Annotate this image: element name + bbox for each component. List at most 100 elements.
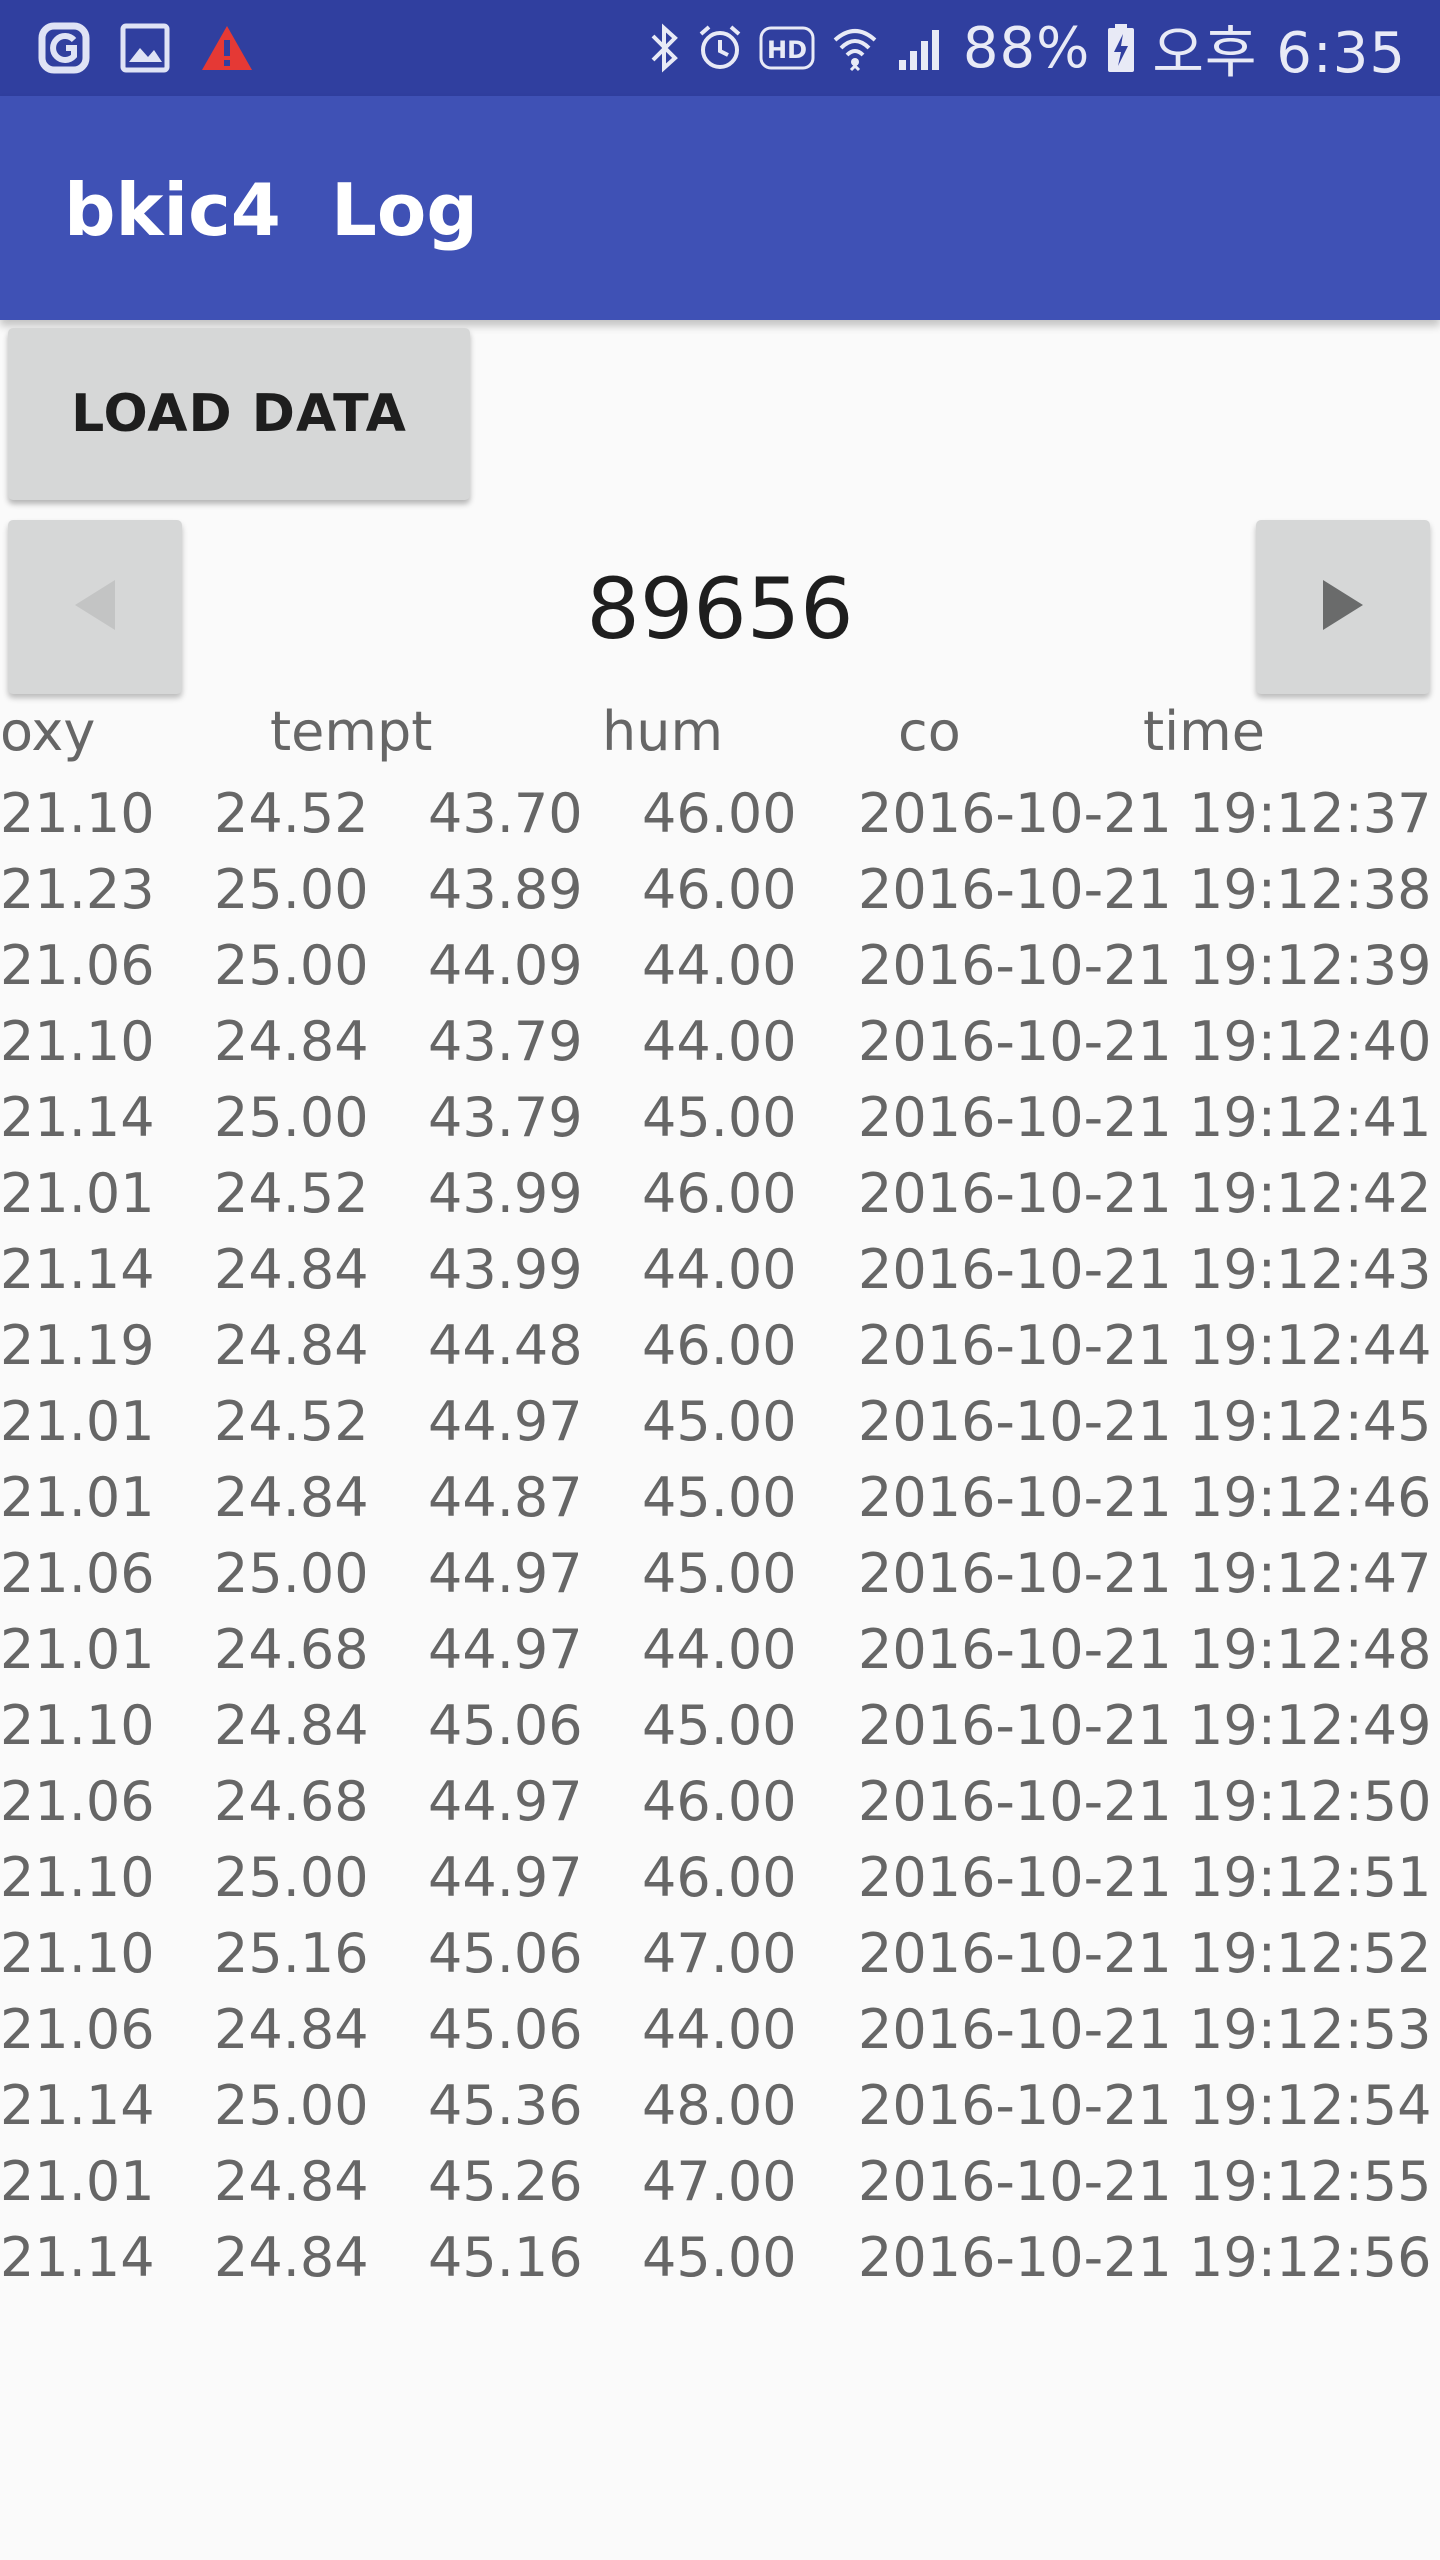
cell-time: 2016-10-21 19:12:50 (858, 1770, 1432, 1833)
cell-time: 2016-10-21 19:12:41 (858, 1086, 1432, 1149)
wifi-icon (831, 22, 879, 74)
cell-oxy: 21.10 (0, 1010, 155, 1073)
table-row: 21.06 25.00 44.97 45.00 2016-10-21 19:12:47 (0, 1538, 1440, 1614)
cell-time: 2016-10-21 19:12:51 (858, 1846, 1432, 1909)
page-number: 89656 (586, 560, 854, 658)
cell-time: 2016-10-21 19:12:45 (858, 1390, 1432, 1453)
cell-co: 46.00 (642, 1162, 797, 1225)
cell-co: 46.00 (642, 858, 797, 921)
cell-oxy: 21.23 (0, 858, 155, 921)
status-bar-notifications (38, 18, 254, 78)
table-row: 21.01 24.68 44.97 44.00 2016-10-21 19:12:48 (0, 1614, 1440, 1690)
app-title: bkic4 Log (64, 168, 478, 252)
cell-hum: 44.87 (428, 1466, 583, 1529)
header-time: time (1143, 700, 1266, 763)
cell-tempt: 25.00 (214, 1846, 369, 1909)
cell-oxy: 21.06 (0, 1998, 155, 2061)
cell-co: 44.00 (642, 1618, 797, 1681)
data-table: 21.10 24.52 43.70 46.00 2016-10-21 19:12:37 … (0, 778, 1440, 2298)
table-row: 21.06 24.84 45.06 44.00 2016-10-21 19:12:53 (0, 1994, 1440, 2070)
cell-tempt: 24.84 (214, 2226, 369, 2289)
cell-oxy: 21.01 (0, 1618, 155, 1681)
cell-co: 44.00 (642, 1998, 797, 2061)
cell-hum: 44.48 (428, 1314, 583, 1377)
cell-hum: 44.09 (428, 934, 583, 997)
previous-page-button[interactable] (8, 520, 182, 694)
cell-co: 47.00 (642, 2150, 797, 2213)
cell-tempt: 24.68 (214, 1618, 369, 1681)
cell-time: 2016-10-21 19:12:46 (858, 1466, 1432, 1529)
cell-oxy: 21.14 (0, 2074, 155, 2137)
cell-co: 44.00 (642, 934, 797, 997)
svg-text:HD: HD (767, 36, 807, 64)
cell-co: 45.00 (642, 1390, 797, 1453)
battery-percentage: 88% (962, 15, 1091, 81)
app-bar: bkic4 Log (0, 96, 1440, 320)
cell-co: 46.00 (642, 1770, 797, 1833)
cell-oxy: 21.14 (0, 1086, 155, 1149)
cell-tempt: 24.84 (214, 1314, 369, 1377)
cell-hum: 43.70 (428, 782, 583, 845)
cell-time: 2016-10-21 19:12:37 (858, 782, 1432, 845)
table-row: 21.10 25.00 44.97 46.00 2016-10-21 19:12:51 (0, 1842, 1440, 1918)
cell-time: 2016-10-21 19:12:56 (858, 2226, 1432, 2289)
cell-co: 46.00 (642, 1314, 797, 1377)
cell-co: 46.00 (642, 782, 797, 845)
cell-tempt: 24.84 (214, 1238, 369, 1301)
cell-oxy: 21.06 (0, 1542, 155, 1605)
load-data-button[interactable]: LOAD DATA (8, 328, 470, 500)
table-row: 21.14 24.84 45.16 45.00 2016-10-21 19:12:56 (0, 2222, 1440, 2298)
table-row: 21.10 24.52 43.70 46.00 2016-10-21 19:12:37 (0, 778, 1440, 854)
cell-oxy: 21.01 (0, 1466, 155, 1529)
cell-oxy: 21.10 (0, 782, 155, 845)
header-hum: hum (602, 700, 724, 763)
cell-tempt: 24.84 (214, 1998, 369, 2061)
table-row: 21.01 24.52 43.99 46.00 2016-10-21 19:12:42 (0, 1158, 1440, 1234)
table-row: 21.14 25.00 45.36 48.00 2016-10-21 19:12:54 (0, 2070, 1440, 2146)
cell-time: 2016-10-21 19:12:48 (858, 1618, 1432, 1681)
cell-tempt: 24.52 (214, 1390, 369, 1453)
cell-oxy: 21.10 (0, 1922, 155, 1985)
cell-tempt: 24.84 (214, 1694, 369, 1757)
cell-time: 2016-10-21 19:12:42 (858, 1162, 1432, 1225)
warning-icon (200, 23, 254, 73)
cell-tempt: 24.84 (214, 1010, 369, 1073)
cell-co: 45.00 (642, 1542, 797, 1605)
cell-hum: 44.97 (428, 1846, 583, 1909)
cell-oxy: 21.10 (0, 1846, 155, 1909)
cell-tempt: 25.00 (214, 858, 369, 921)
cell-time: 2016-10-21 19:12:52 (858, 1922, 1432, 1985)
cell-tempt: 25.16 (214, 1922, 369, 1985)
table-row: 21.10 25.16 45.06 47.00 2016-10-21 19:12:52 (0, 1918, 1440, 1994)
cell-co: 44.00 (642, 1010, 797, 1073)
next-page-button[interactable] (1256, 520, 1430, 694)
cell-co: 45.00 (642, 1694, 797, 1757)
cell-tempt: 24.84 (214, 1466, 369, 1529)
cell-tempt: 24.84 (214, 2150, 369, 2213)
table-row: 21.14 24.84 43.99 44.00 2016-10-21 19:12:43 (0, 1234, 1440, 1310)
cell-oxy: 21.01 (0, 2150, 155, 2213)
cell-co: 45.00 (642, 2226, 797, 2289)
cell-hum: 43.99 (428, 1162, 583, 1225)
cell-co: 45.00 (642, 1466, 797, 1529)
cell-oxy: 21.14 (0, 2226, 155, 2289)
cell-hum: 44.97 (428, 1390, 583, 1453)
cell-time: 2016-10-21 19:12:53 (858, 1998, 1432, 2061)
app-notification-icon (38, 22, 90, 74)
cell-oxy: 21.14 (0, 1238, 155, 1301)
cell-oxy: 21.06 (0, 1770, 155, 1833)
cell-hum: 43.79 (428, 1010, 583, 1073)
cell-hum: 45.06 (428, 1922, 583, 1985)
bluetooth-icon (649, 22, 681, 74)
cell-co: 46.00 (642, 1846, 797, 1909)
cell-hum: 45.16 (428, 2226, 583, 2289)
cell-time: 2016-10-21 19:12:49 (858, 1694, 1432, 1757)
cell-time: 2016-10-21 19:12:44 (858, 1314, 1432, 1377)
alarm-icon (697, 22, 743, 74)
arrow-left-icon (73, 578, 117, 637)
cell-oxy: 21.06 (0, 934, 155, 997)
table-row: 21.01 24.52 44.97 45.00 2016-10-21 19:12:45 (0, 1386, 1440, 1462)
cell-tempt: 25.00 (214, 1542, 369, 1605)
header-oxy: oxy (0, 700, 96, 763)
cell-tempt: 24.68 (214, 1770, 369, 1833)
